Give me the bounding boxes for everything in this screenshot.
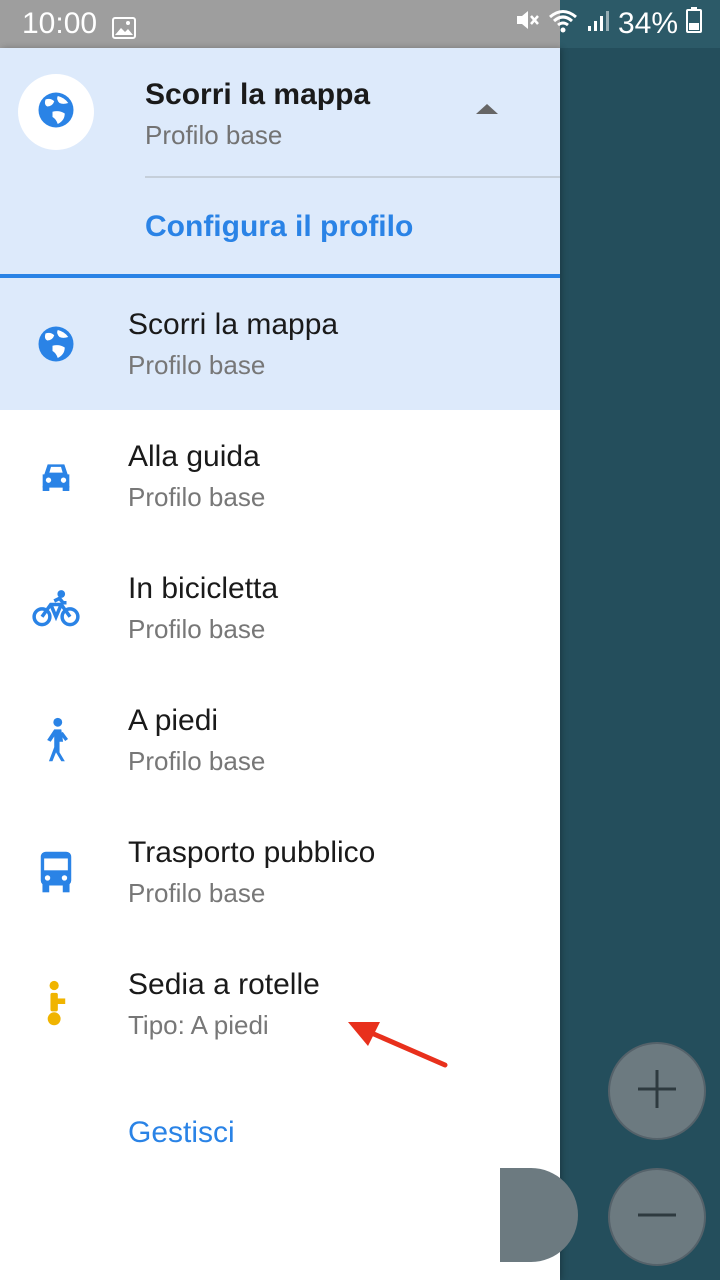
- wheelchair-icon: [30, 978, 82, 1030]
- header-profile-subtitle: Profilo base: [145, 120, 283, 150]
- plus-icon: [632, 1064, 682, 1119]
- battery-icon: [686, 7, 702, 41]
- status-bar: 10:00 34%: [0, 0, 720, 48]
- zoom-out-button[interactable]: [608, 1168, 706, 1266]
- profile-item-public-transport[interactable]: Trasporto pubblico Profilo base: [0, 806, 560, 938]
- manage-profiles-button[interactable]: Gestisci: [128, 1116, 235, 1150]
- signal-icon: [586, 7, 610, 41]
- battery-percent: 34%: [617, 7, 678, 40]
- globe-icon: [35, 89, 77, 136]
- profile-item-subtitle: Tipo: A piedi: [128, 1010, 269, 1040]
- wifi-icon: [548, 7, 578, 41]
- navigation-drawer: Scorri la mappa Profilo base Configura i…: [0, 48, 560, 1280]
- bus-icon: [30, 846, 82, 898]
- image-icon: [112, 13, 136, 47]
- configure-profile-button[interactable]: Configura il profilo: [145, 210, 413, 244]
- header-profile-avatar: [18, 74, 94, 150]
- zoom-in-button[interactable]: [608, 1042, 706, 1140]
- profile-item-title: Scorri la mappa: [128, 308, 339, 341]
- status-icons: 34%: [514, 7, 702, 41]
- car-icon: [30, 450, 82, 502]
- annotation-arrow: [340, 1010, 460, 1085]
- profile-item-subtitle: Profilo base: [128, 878, 266, 908]
- profile-item-subtitle: Profilo base: [128, 614, 266, 644]
- header-profile-title: Scorri la mappa: [145, 78, 371, 111]
- header-divider: [145, 176, 560, 178]
- profile-item-wheelchair[interactable]: Sedia a rotelle Tipo: A piedi: [0, 938, 560, 1070]
- profile-item-subtitle: Profilo base: [128, 746, 266, 776]
- pedestrian-icon: [30, 714, 82, 766]
- profile-item-driving[interactable]: Alla guida Profilo base: [0, 410, 560, 542]
- globe-icon: [30, 318, 82, 370]
- profile-item-subtitle: Profilo base: [128, 350, 266, 380]
- profile-item-title: Sedia a rotelle: [128, 968, 320, 1001]
- profile-item-walking[interactable]: A piedi Profilo base: [0, 674, 560, 806]
- bicycle-icon: [30, 582, 82, 634]
- profile-item-subtitle: Profilo base: [128, 482, 266, 512]
- minus-icon: [632, 1190, 682, 1245]
- drawer-header[interactable]: Scorri la mappa Profilo base Configura i…: [0, 48, 560, 274]
- profile-item-browse-map[interactable]: Scorri la mappa Profilo base: [0, 278, 560, 410]
- profile-item-title: In bicicletta: [128, 572, 279, 605]
- profile-item-title: Alla guida: [128, 440, 260, 473]
- profile-item-cycling[interactable]: In bicicletta Profilo base: [0, 542, 560, 674]
- status-time: 10:00: [22, 7, 98, 40]
- mute-icon: [514, 7, 540, 41]
- profile-item-title: A piedi: [128, 704, 219, 737]
- collapse-caret-icon[interactable]: [476, 104, 498, 114]
- profile-item-title: Trasporto pubblico: [128, 836, 376, 869]
